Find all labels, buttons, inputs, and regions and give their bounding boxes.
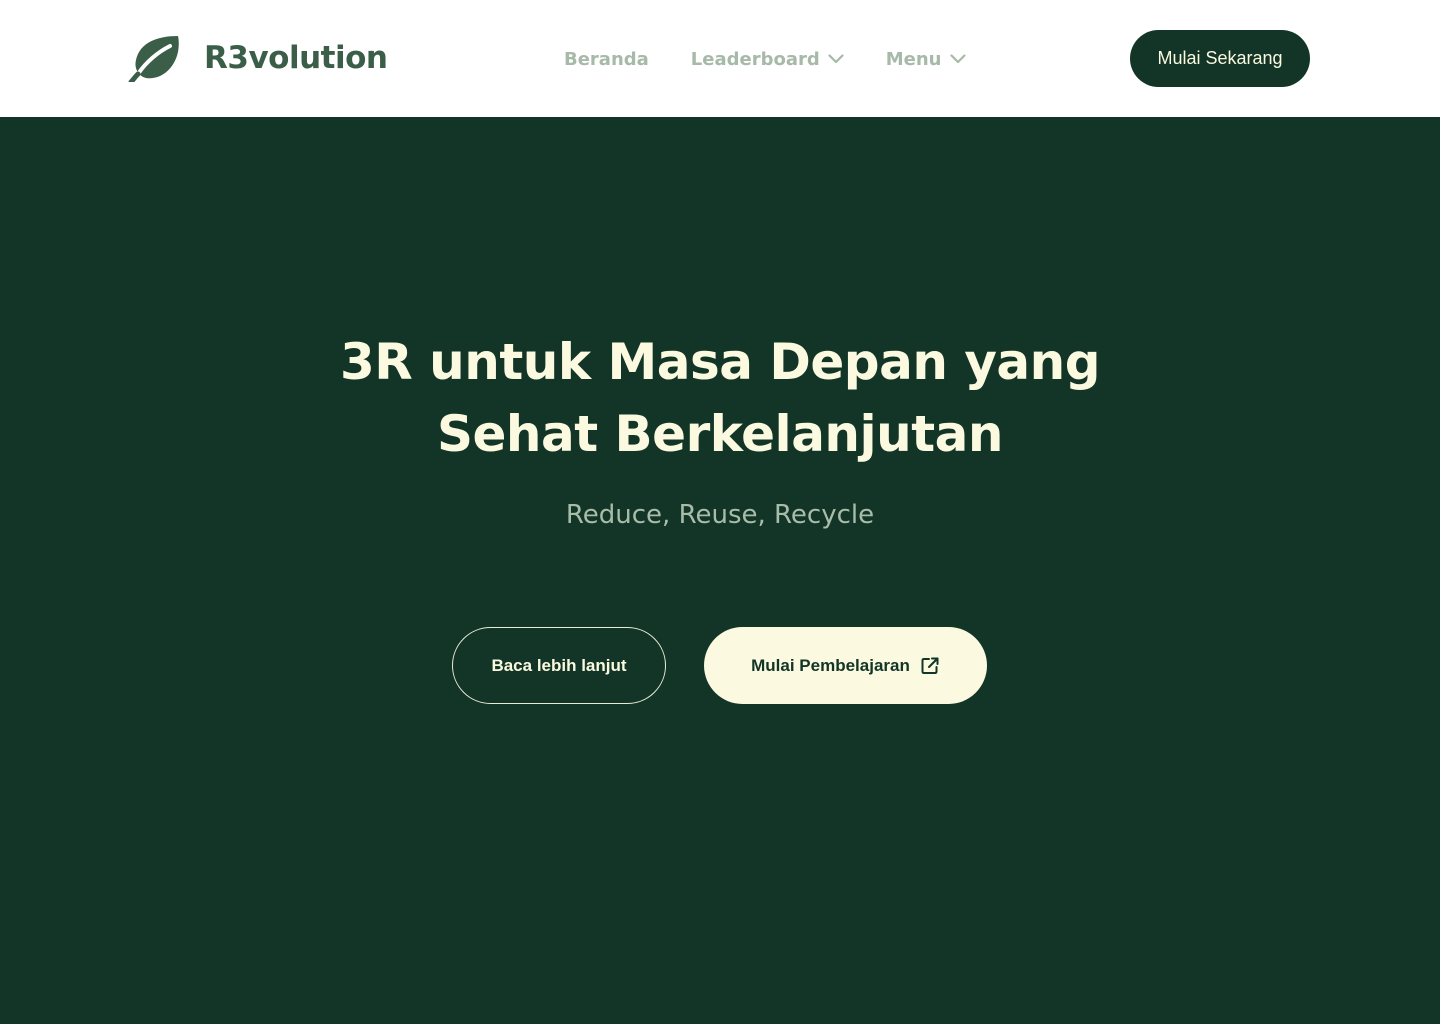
nav-item-leaderboard[interactable]: Leaderboard <box>691 49 844 70</box>
brand-name: R3volution <box>204 40 388 76</box>
site-header: R3volution Beranda Leaderboard Menu Mula… <box>0 0 1440 117</box>
mulai-sekarang-button[interactable]: Mulai Sekarang <box>1130 30 1310 87</box>
chevron-down-icon <box>828 54 844 64</box>
brand-logo[interactable]: R3volution <box>128 34 388 82</box>
nav-label: Beranda <box>564 48 649 70</box>
start-learning-button[interactable]: Mulai Pembelajaran <box>704 627 987 704</box>
chevron-down-icon <box>949 54 966 64</box>
hero-subtitle: Reduce, Reuse, Recycle <box>565 500 875 530</box>
read-more-button[interactable]: Baca lebih lanjut <box>452 627 666 704</box>
hero-title-line-1: 3R untuk Masa Depan yang <box>339 333 1101 391</box>
nav-label: Leaderboard <box>690 48 820 70</box>
hero-title-line-2: Sehat Berkelanjutan <box>436 405 1004 463</box>
external-link-icon <box>920 656 940 676</box>
hero-title: 3R untuk Masa Depan yang Sehat Berkelanj… <box>220 326 1220 470</box>
nav-item-menu[interactable]: Menu <box>886 49 966 70</box>
start-learning-label: Mulai Pembelajaran <box>751 655 910 675</box>
nav-item-beranda[interactable]: Beranda <box>564 49 649 70</box>
main-nav: Beranda Leaderboard Menu <box>564 46 966 72</box>
leaf-icon <box>128 34 184 82</box>
nav-label: Menu <box>885 48 942 70</box>
